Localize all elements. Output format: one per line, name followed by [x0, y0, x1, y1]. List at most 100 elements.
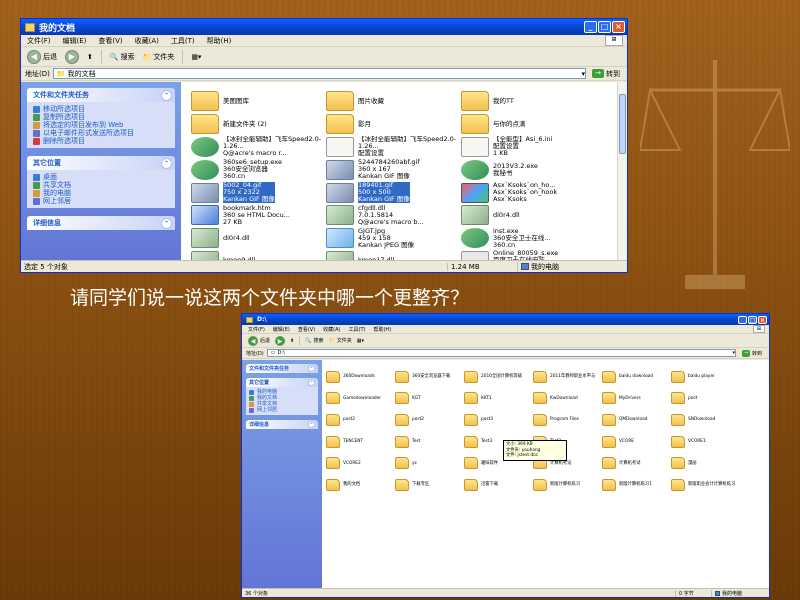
- folder-item[interactable]: 计算机考试: [602, 452, 671, 474]
- task-link[interactable]: 复制所选项目: [33, 113, 169, 121]
- task-panel-header[interactable]: 文件和文件夹任务 ⌃: [27, 88, 175, 102]
- menu-item[interactable]: 查看(V): [98, 36, 122, 46]
- file-item[interactable]: 【全能型】Asi_6.ini 配置设置 1 KB: [461, 136, 596, 159]
- search-button[interactable]: 🔍 搜索: [305, 337, 323, 345]
- file-item[interactable]: Asx`Ksoks`on_ho... Asx`Ksoks`on_hook Asx…: [461, 181, 596, 204]
- dropdown-arrow-icon[interactable]: ▾: [581, 70, 585, 78]
- collapse-chevron-icon[interactable]: ⌃: [308, 421, 315, 428]
- views-button[interactable]: ▦▾: [357, 338, 364, 344]
- folder-item[interactable]: MyDrivers: [602, 388, 671, 410]
- dropdown-arrow-icon[interactable]: ▾: [732, 350, 735, 356]
- maximize-button[interactable]: □: [748, 315, 757, 324]
- folder-item[interactable]: 下载专区: [395, 474, 464, 496]
- task-link[interactable]: 我的电脑: [33, 189, 169, 197]
- menu-item[interactable]: 帮助(H): [373, 326, 391, 333]
- folder-item[interactable]: 新版职业会计计算机练习: [671, 474, 740, 496]
- folder-item[interactable]: Gamedownloader: [326, 388, 395, 410]
- task-link[interactable]: 将选定的项目发布到 Web: [33, 121, 169, 129]
- task-link[interactable]: 桌面: [33, 173, 169, 181]
- menu-item[interactable]: 编辑(E): [273, 326, 290, 333]
- file-item[interactable]: 新建文件夹 (2): [191, 113, 326, 136]
- go-button[interactable]: → 转到: [589, 69, 623, 79]
- file-item[interactable]: kmop17.dll: [326, 250, 461, 260]
- folders-button[interactable]: 📁 文件夹: [143, 52, 175, 62]
- file-item[interactable]: 美图图库: [191, 90, 326, 113]
- task-link[interactable]: 移动所选项目: [33, 105, 169, 113]
- file-item[interactable]: GJGT.jpg 459 x 158 Kankan JPEG 图像: [326, 227, 461, 250]
- file-item[interactable]: kmop9.dll: [191, 250, 326, 260]
- views-button[interactable]: ▦▾: [191, 53, 201, 61]
- menu-item[interactable]: 文件(F): [248, 326, 265, 333]
- folder-item[interactable]: 我的文档: [326, 474, 395, 496]
- folder-item[interactable]: 2011年教师职业水平与: [533, 366, 602, 388]
- forward-button[interactable]: ▶: [275, 335, 286, 346]
- file-item[interactable]: 360se6_setup.exe 360安全浏览器 360.cn: [191, 158, 326, 181]
- folder-item[interactable]: 迅雷下载: [464, 474, 533, 496]
- collapse-chevron-icon[interactable]: ⌃: [161, 157, 172, 169]
- up-button[interactable]: ⬆: [87, 53, 93, 61]
- maximize-button[interactable]: □: [598, 21, 611, 33]
- folder-item[interactable]: VCORE1: [671, 431, 740, 453]
- file-item[interactable]: 与你的点滴: [461, 113, 596, 136]
- scrollbar-thumb[interactable]: [619, 94, 626, 154]
- folder-item[interactable]: post: [671, 388, 740, 410]
- up-button[interactable]: ⬆: [290, 338, 294, 344]
- back-button[interactable]: ◀ 后退: [248, 335, 270, 346]
- file-item[interactable]: 2013V3.2.exe 我秘书: [461, 158, 596, 181]
- folder-item[interactable]: baidu download: [602, 366, 671, 388]
- folder-item[interactable]: post2: [395, 409, 464, 431]
- task-panel-header[interactable]: 其它位置 ⌃: [27, 156, 175, 170]
- menu-item[interactable]: 查看(V): [298, 326, 315, 333]
- folder-item[interactable]: TENCENT: [326, 431, 395, 453]
- menu-item[interactable]: 工具(T): [349, 326, 366, 333]
- file-item[interactable]: Online_80059_s.exe 百度卫士在线安装 百度在线网络技术...: [461, 250, 596, 260]
- task-panel-header[interactable]: 文件和文件夹任务 ⌃: [246, 364, 318, 373]
- collapse-chevron-icon[interactable]: ⌃: [161, 89, 172, 101]
- file-item[interactable]: 5244784260abf.gif 360 x 167 Kankan GIF 图…: [326, 158, 461, 181]
- menu-item[interactable]: 编辑(E): [63, 36, 87, 46]
- minimize-button[interactable]: _: [738, 315, 747, 324]
- folder-item[interactable]: 漫画: [671, 452, 740, 474]
- folder-item[interactable]: 360Downloads: [326, 366, 395, 388]
- task-panel-header[interactable]: 详细信息 ⌃: [246, 420, 318, 429]
- menu-item[interactable]: 帮助(H): [207, 36, 232, 46]
- close-button[interactable]: ×: [758, 315, 767, 324]
- file-item[interactable]: bookmark.htm 360 se HTML Docu... 27 KB: [191, 204, 326, 227]
- folder-item[interactable]: Test: [395, 431, 464, 453]
- minimize-button[interactable]: _: [584, 21, 597, 33]
- file-item[interactable]: 我的TT: [461, 90, 596, 113]
- menu-item[interactable]: 文件(F): [27, 36, 51, 46]
- task-link[interactable]: 删除所选项目: [33, 137, 169, 145]
- folder-item[interactable]: SNDownload: [671, 409, 740, 431]
- task-link[interactable]: 网上邻居: [33, 197, 169, 205]
- folder-item[interactable]: KKT1: [464, 388, 533, 410]
- folder-item[interactable]: baidu player: [671, 366, 740, 388]
- collapse-chevron-icon[interactable]: ⌃: [308, 365, 315, 372]
- menu-item[interactable]: 收藏(A): [323, 326, 340, 333]
- folder-item[interactable]: VCORE: [602, 431, 671, 453]
- folder-item[interactable]: QMDownload: [602, 409, 671, 431]
- close-button[interactable]: ×: [612, 21, 625, 33]
- folder-item[interactable]: KwDownload: [533, 388, 602, 410]
- folder-item[interactable]: KGT: [395, 388, 464, 410]
- file-item[interactable]: 【冰封全能辅助】飞车Speed2.0-1.26... 配置设置: [326, 136, 461, 159]
- folder-item[interactable]: post3: [464, 409, 533, 431]
- collapse-chevron-icon[interactable]: ⌃: [161, 217, 172, 229]
- address-input[interactable]: 📁 我的文档 ▾: [52, 68, 586, 79]
- folder-item[interactable]: 2010全国计算机等级: [464, 366, 533, 388]
- folder-item[interactable]: 360安全浏览器下载: [395, 366, 464, 388]
- menu-item[interactable]: 工具(T): [171, 36, 195, 46]
- go-button[interactable]: → 转到: [739, 349, 765, 357]
- file-item[interactable]: cfgdll.dll 7.0.1.5814 Q@acre's macro b..…: [326, 204, 461, 227]
- folder-item[interactable]: post2: [326, 409, 395, 431]
- folders-button[interactable]: 📁 文件夹: [328, 337, 351, 345]
- task-link[interactable]: 共享文档: [33, 181, 169, 189]
- folder-item[interactable]: 新版计算机练习1: [602, 474, 671, 496]
- menu-item[interactable]: 收藏(A): [135, 36, 159, 46]
- vertical-scrollbar[interactable]: [617, 82, 627, 260]
- file-item[interactable]: 影月: [326, 113, 461, 136]
- forward-button[interactable]: ▶: [65, 49, 79, 64]
- collapse-chevron-icon[interactable]: ⌃: [308, 379, 315, 386]
- folder-item[interactable]: 新版计算机练习: [533, 474, 602, 496]
- folder-item[interactable]: VCORE2: [326, 452, 395, 474]
